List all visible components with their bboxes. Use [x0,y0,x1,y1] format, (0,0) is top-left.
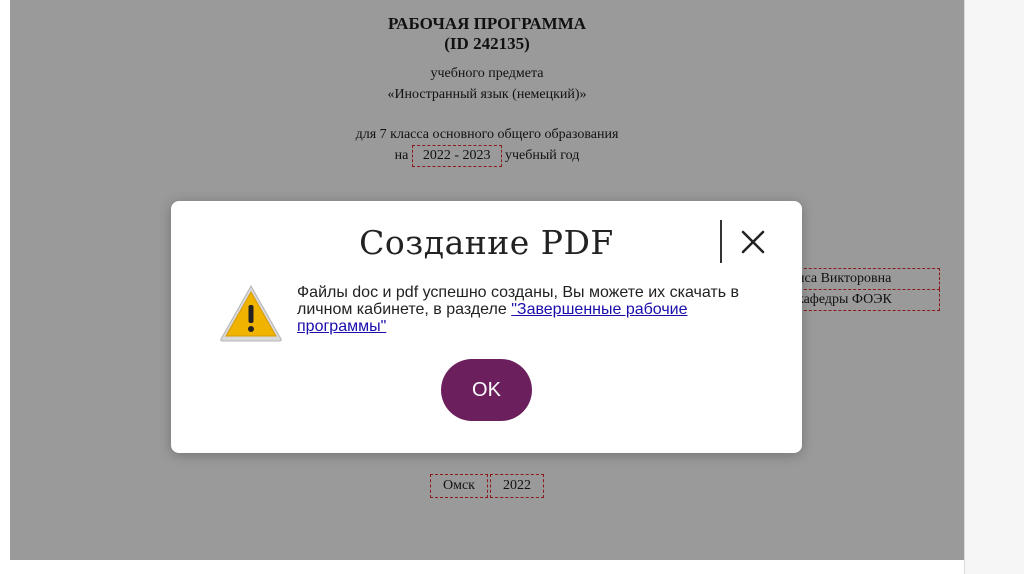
document-footer: Омск 2022 [10,474,964,498]
document-class-line: для 7 класса основного общего образовани… [355,127,619,142]
year-suffix: учебный год [505,148,580,163]
year-field: 2022 [490,474,544,498]
city-field: Омск [430,474,488,498]
document-title: РАБОЧАЯ ПРОГРАММА [387,14,587,33]
document-year-line: на 2022 - 2023 учебный год [10,145,964,167]
author-name-field: нса Викторовна [794,268,940,289]
close-icon[interactable] [737,226,769,258]
year-value-field: 2022 - 2023 [411,145,502,167]
author-position-field: кафедры ФОЭК [794,289,940,311]
author-block: нса Викторовна кафедры ФОЭК [794,268,940,311]
document-subject-caption: учебного предмета [430,66,544,81]
right-side-panel [964,0,1024,574]
warning-icon [219,283,283,343]
ok-button[interactable]: OK [441,359,532,421]
document-subject-name: «Иностранный язык (немецкий)» [387,87,587,102]
dialog-message: Файлы doc и pdf успешно созданы, Вы може… [297,284,767,335]
document-id: (ID 242135) [444,34,530,53]
dialog-title-divider [720,220,722,263]
pdf-created-dialog: Создание PDF Файлы doc и pdf успешно соз… [171,201,802,453]
year-prefix: на [394,148,409,163]
dialog-title: Создание PDF [359,223,614,262]
